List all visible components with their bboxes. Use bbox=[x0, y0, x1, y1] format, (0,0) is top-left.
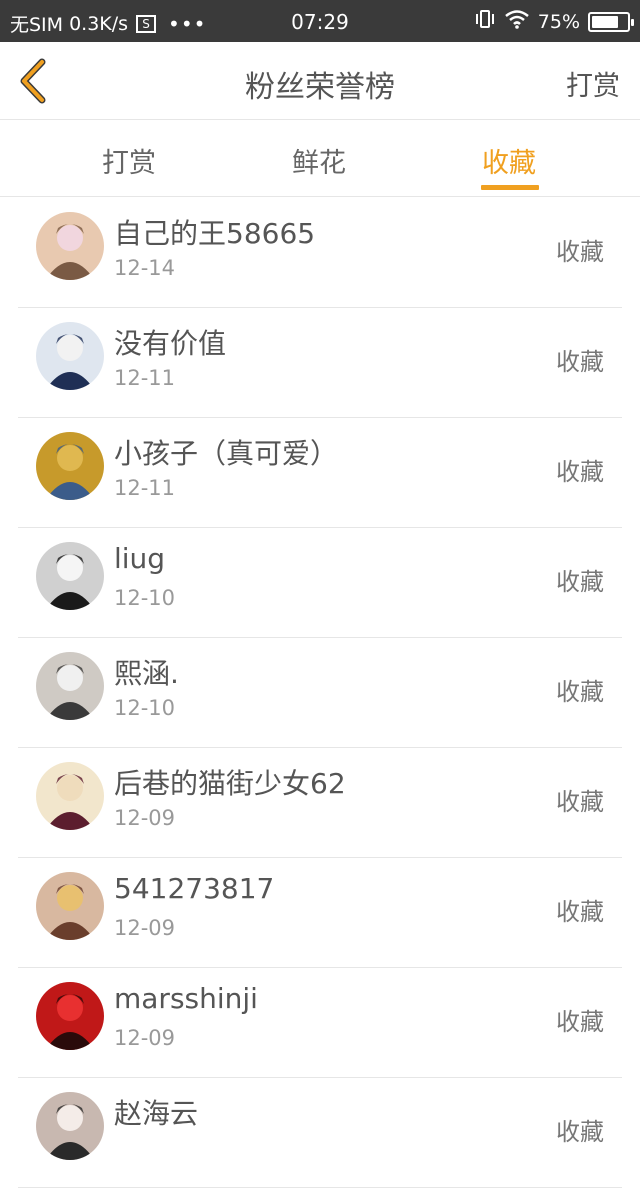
record-type: 收藏 bbox=[556, 1118, 604, 1146]
user-name: marsshinji bbox=[114, 982, 258, 1015]
user-name: 赵海云 bbox=[114, 1097, 199, 1130]
record-date: 12-10 bbox=[114, 586, 176, 610]
tab-reward[interactable]: 打赏 bbox=[102, 141, 156, 180]
fan-list: 自己的王58665 12-14 收藏 没有价值 12-11 收藏 小孩子（真可爱） 12-11… bbox=[0, 198, 640, 1188]
user-name: 后巷的猫街少女62 bbox=[114, 767, 346, 800]
list-item[interactable]: liug 12-10 收藏 bbox=[18, 528, 622, 638]
record-type: 收藏 bbox=[556, 458, 604, 486]
active-tab-indicator bbox=[481, 185, 539, 190]
user-name: liug bbox=[114, 542, 166, 575]
record-date: 12-09 bbox=[114, 1026, 176, 1050]
record-date: 12-11 bbox=[114, 476, 176, 500]
list-item[interactable]: 小孩子（真可爱） 12-11 收藏 bbox=[18, 418, 622, 528]
battery-percent: 75% bbox=[537, 10, 580, 33]
record-date: 12-09 bbox=[114, 806, 176, 830]
list-item[interactable]: 没有价值 12-11 收藏 bbox=[18, 308, 622, 418]
wifi-icon bbox=[504, 9, 530, 34]
record-type: 收藏 bbox=[556, 788, 604, 816]
avatar[interactable] bbox=[36, 762, 104, 830]
user-name: 没有价值 bbox=[114, 327, 227, 360]
record-type: 收藏 bbox=[556, 898, 604, 926]
user-name: 小孩子（真可爱） bbox=[114, 437, 339, 470]
avatar[interactable] bbox=[36, 652, 104, 720]
record-type: 收藏 bbox=[556, 238, 604, 266]
tab-bar: 打赏 鲜花 收藏 bbox=[0, 121, 640, 197]
tab-flowers[interactable]: 鲜花 bbox=[292, 141, 346, 180]
record-date: 12-14 bbox=[114, 256, 176, 280]
record-date: 12-10 bbox=[114, 696, 176, 720]
user-name: 自己的王58665 bbox=[114, 217, 316, 250]
reward-button[interactable]: 打赏 bbox=[566, 64, 620, 103]
vibrate-icon bbox=[474, 9, 496, 34]
battery-icon bbox=[588, 11, 634, 32]
status-bar: 无SIM 0.3K/s S ••• 07:29 75% bbox=[0, 0, 640, 42]
record-type: 收藏 bbox=[556, 1008, 604, 1036]
avatar[interactable] bbox=[36, 212, 104, 280]
list-item[interactable]: 后巷的猫街少女62 12-09 收藏 bbox=[18, 748, 622, 858]
record-type: 收藏 bbox=[556, 678, 604, 706]
avatar[interactable] bbox=[36, 432, 104, 500]
list-item[interactable]: 熙涵. 12-10 收藏 bbox=[18, 638, 622, 748]
record-date: 12-11 bbox=[114, 366, 176, 390]
user-name: 熙涵. bbox=[114, 657, 179, 690]
avatar[interactable] bbox=[36, 1092, 104, 1160]
avatar[interactable] bbox=[36, 872, 104, 940]
avatar[interactable] bbox=[36, 322, 104, 390]
record-type: 收藏 bbox=[556, 568, 604, 596]
nav-bar: 粉丝荣誉榜 打赏 bbox=[0, 42, 640, 120]
record-type: 收藏 bbox=[556, 348, 604, 376]
avatar[interactable] bbox=[36, 982, 104, 1050]
avatar[interactable] bbox=[36, 542, 104, 610]
record-date: 12-09 bbox=[114, 916, 176, 940]
page-title: 粉丝荣誉榜 bbox=[245, 70, 395, 105]
user-name: 541273817 bbox=[114, 872, 275, 905]
list-item[interactable]: 541273817 12-09 收藏 bbox=[18, 858, 622, 968]
tab-favorites[interactable]: 收藏 bbox=[482, 141, 536, 180]
list-item[interactable]: marsshinji 12-09 收藏 bbox=[18, 968, 622, 1078]
status-right: 75% bbox=[474, 9, 634, 34]
list-item[interactable]: 自己的王58665 12-14 收藏 bbox=[18, 198, 622, 308]
list-item[interactable]: 赵海云收藏 bbox=[18, 1078, 622, 1188]
